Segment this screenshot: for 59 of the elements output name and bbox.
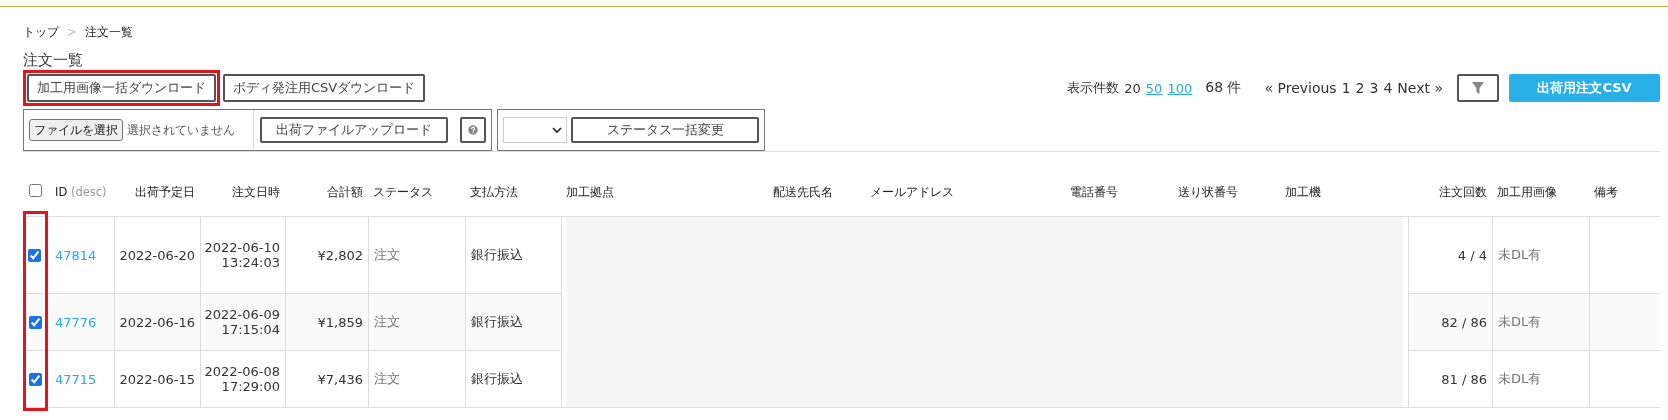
table-cell: 未DL有 [1492,294,1589,351]
column-header[interactable]: 備考 [1594,184,1618,199]
breadcrumb-link[interactable]: トップ [23,23,59,41]
column-header[interactable]: 注文回数 [1439,184,1487,199]
table-cell: 82 / 86 [1408,294,1492,351]
file-choose-button[interactable]: ファイルを選択 [29,119,123,141]
table-cell: 2022-06-08 17:29:00 [200,351,285,408]
column-header[interactable]: 注文日時 [232,184,280,199]
column-header[interactable]: 加工用画像 [1497,184,1557,199]
row-checkbox[interactable] [29,315,42,329]
table-cell: 未DL有 [1492,351,1589,408]
page-link[interactable]: 3 [1369,80,1379,96]
filter-icon [1471,81,1485,95]
table-cell: 銀行振込 [465,294,561,351]
status-cell: 注文 [368,351,465,408]
column-header[interactable]: 支払方法 [470,184,518,199]
column-header[interactable]: 加工機 [1285,184,1321,199]
next-link[interactable]: Next » [1397,80,1443,96]
table-cell: 2022-06-16 [114,294,200,351]
select-all-checkbox[interactable] [29,184,42,197]
upload-button[interactable]: 出荷ファイルアップロード [260,117,448,143]
table-cell [1589,351,1660,408]
page-title: 注文一覧 [23,51,84,71]
per-page-label: 表示件数 [1067,79,1120,97]
page-link[interactable]: 4 [1383,80,1393,96]
column-header[interactable]: 出荷予定日 [135,184,195,199]
column-header[interactable]: 合計額 [327,184,363,199]
row-checkbox[interactable] [29,372,42,386]
column-header[interactable]: 送り状番号 [1178,184,1238,199]
table-cell: ¥7,436 [285,351,368,408]
bulk-status-button[interactable]: ステータス一括変更 [571,117,759,143]
help-icon [468,122,478,138]
column-header[interactable]: メールアドレス [870,184,954,199]
download-button[interactable]: ボディ発注用CSVダウンロード [223,74,426,102]
table-cell: 2022-06-09 17:15:04 [200,294,285,351]
help-button[interactable] [460,117,486,143]
table-cell: 2022-06-15 [114,351,200,408]
file-status: 選択されていません [127,122,235,138]
total-count: 68 件 [1205,79,1242,97]
chevron-down-icon [552,126,562,134]
column-header[interactable]: 加工拠点 [566,184,614,199]
column-header[interactable]: 電話番号 [1070,184,1118,199]
filter-button[interactable] [1457,74,1499,102]
table-cell: 銀行振込 [465,351,561,408]
page-link[interactable]: 2 [1355,80,1365,96]
table-cell [1589,294,1660,351]
download-button[interactable]: 加工用画像一括ダウンロード [27,74,216,102]
breadcrumb-separator: > [67,25,78,39]
column-header[interactable]: ID [55,185,68,199]
status-cell: 注文 [368,294,465,351]
previous-link[interactable]: « Previous [1264,80,1337,96]
page-link[interactable]: 1 [1341,80,1351,96]
table-cell: 81 / 86 [1408,351,1492,408]
column-header[interactable]: ステータス [373,184,433,199]
column-header[interactable]: 配送先氏名 [773,184,833,199]
table-cell: ¥1,859 [285,294,368,351]
row-checkbox[interactable] [28,248,41,262]
breadcrumb-current: 注文一覧 [85,23,134,41]
per-page-current: 20 [1124,80,1141,96]
